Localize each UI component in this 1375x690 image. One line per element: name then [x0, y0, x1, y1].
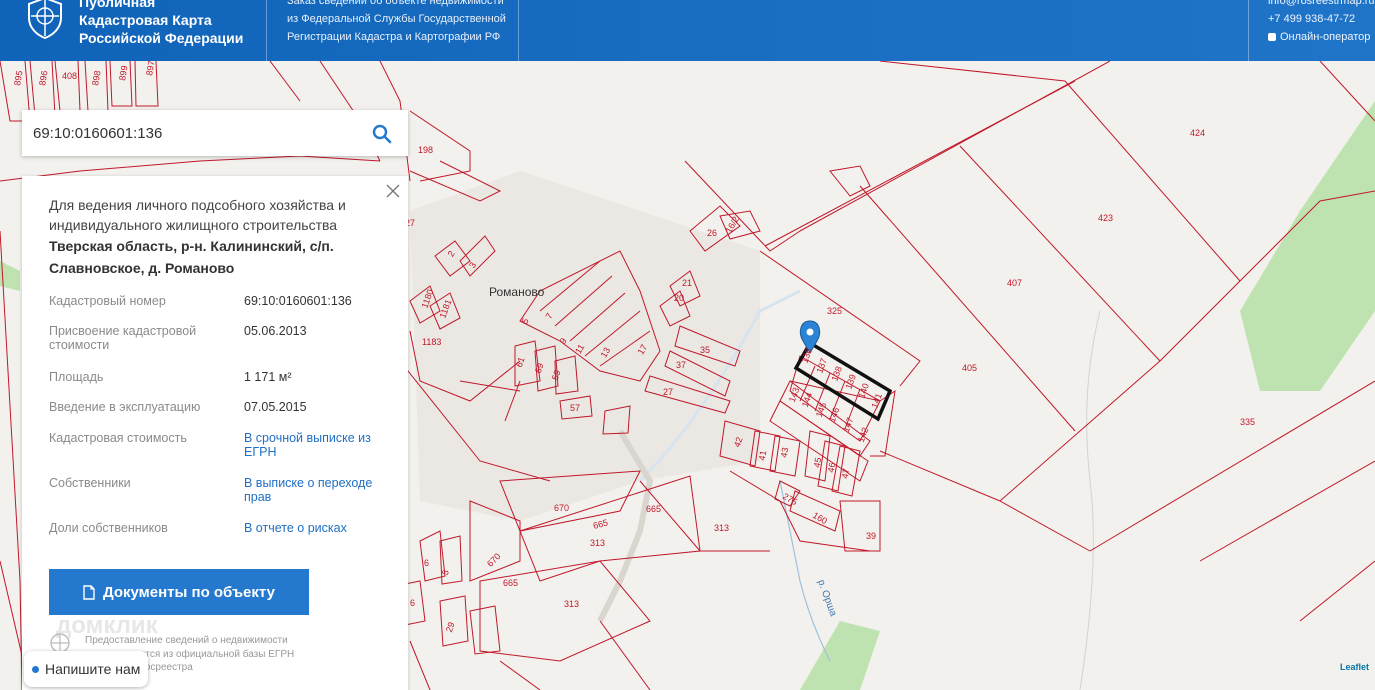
svg-text:45: 45 [812, 457, 824, 469]
document-icon [83, 584, 95, 600]
svg-text:423: 423 [1098, 213, 1113, 223]
chat-label: Напишите нам [45, 661, 141, 677]
svg-text:6: 6 [410, 598, 415, 608]
chat-status-icon [32, 665, 39, 673]
svg-text:43: 43 [779, 447, 791, 459]
info-value: 69:10:0160601:136 [244, 294, 352, 308]
svg-text:313: 313 [564, 599, 579, 609]
order-line: Заказ сведений об объекте недвижимости [287, 0, 504, 7]
svg-text:405: 405 [962, 363, 977, 373]
close-icon[interactable] [386, 184, 400, 198]
svg-text:20: 20 [674, 293, 684, 303]
svg-text:670: 670 [554, 503, 569, 513]
info-key: Доли собственников [49, 521, 168, 535]
header-divider [266, 0, 267, 61]
info-key: Кадастровая стоимость [49, 431, 187, 445]
search-box [22, 110, 408, 156]
header-divider [518, 0, 519, 61]
rights-transfer-link[interactable]: В выписке о переходе прав [244, 476, 394, 504]
info-key: Введение в эксплуатацию [49, 400, 201, 414]
online-operator-label: Онлайн-оператор [1280, 31, 1371, 43]
svg-text:35: 35 [700, 345, 710, 355]
svg-text:665: 665 [503, 578, 518, 588]
parcel-info-panel: Для ведения личного подсобного хозяйства… [22, 176, 408, 690]
svg-text:407: 407 [1007, 278, 1022, 288]
brand-line: Публичная [79, 0, 156, 10]
search-input[interactable] [22, 110, 362, 156]
svg-text:57: 57 [570, 403, 580, 413]
order-line: из Федеральной Службы Государственной [287, 13, 506, 25]
phone-link[interactable]: +7 499 938-47-72 [1268, 10, 1375, 28]
documents-button[interactable]: Документы по объекту [49, 569, 309, 615]
brand-line: Российской Федерации [79, 30, 244, 46]
svg-text:313: 313 [714, 523, 729, 533]
info-value: 05.06.2013 [244, 324, 307, 338]
svg-text:408: 408 [62, 71, 77, 81]
svg-text:21: 21 [682, 278, 692, 288]
documents-button-label: Документы по объекту [103, 583, 275, 601]
svg-text:39: 39 [866, 531, 876, 541]
search-icon[interactable] [372, 124, 392, 144]
header-divider [1248, 0, 1249, 61]
parcel-address: Тверская область, р-н. Калининский, с/п.… [49, 238, 334, 276]
page: 895 896 408 898 899 897 198 27 2 3 1180 … [0, 0, 1375, 690]
info-value: 07.05.2015 [244, 400, 307, 414]
svg-text:325: 325 [827, 306, 842, 316]
svg-text:41: 41 [757, 450, 769, 462]
svg-text:27: 27 [663, 387, 673, 397]
info-key: Площадь [49, 370, 104, 384]
chat-widget-button[interactable]: Напишите нам [24, 651, 148, 687]
svg-text:335: 335 [1240, 417, 1255, 427]
urgent-extract-link[interactable]: В срочной выписке из ЕГРН [244, 431, 394, 459]
info-key: Присвоение кадастровой стоимости [49, 324, 197, 352]
logo-icon[interactable] [26, 0, 64, 40]
leaflet-attribution[interactable]: Leaflet [1340, 662, 1369, 672]
svg-text:313: 313 [590, 538, 605, 548]
village-label: Романово [489, 285, 545, 299]
order-info[interactable]: Заказ сведений об объекте недвижимости и… [287, 0, 506, 46]
brand-line: Кадастровая Карта [79, 12, 212, 28]
online-operator-link[interactable]: Онлайн-оператор [1268, 28, 1375, 46]
svg-text:1183: 1183 [422, 337, 441, 347]
contacts: info@rosreestrmap.ru +7 499 938-47-72 Он… [1268, 0, 1375, 46]
svg-text:665: 665 [646, 504, 661, 514]
info-key: Кадастровый номер [49, 294, 166, 308]
svg-text:47: 47 [840, 468, 852, 480]
land-use-purpose: Для ведения личного подсобного хозяйства… [49, 197, 346, 233]
chat-icon [1268, 33, 1276, 41]
email-link[interactable]: info@rosreestrmap.ru [1268, 0, 1375, 10]
order-line: Регистрации Кадастра и Картографии РФ [287, 31, 501, 43]
risk-report-link[interactable]: В отчете о рисках [244, 521, 394, 535]
svg-text:424: 424 [1190, 128, 1205, 138]
brand-title[interactable]: Публичная Кадастровая Карта Российской Ф… [79, 0, 243, 47]
info-key: Собственники [49, 476, 131, 490]
svg-text:26: 26 [707, 228, 717, 238]
svg-text:46: 46 [826, 462, 838, 474]
svg-text:6: 6 [424, 558, 429, 568]
header: Публичная Кадастровая Карта Российской Ф… [0, 0, 1375, 61]
svg-text:198: 198 [418, 145, 433, 155]
svg-text:37: 37 [676, 360, 686, 370]
info-value: 1 171 м² [244, 370, 292, 384]
